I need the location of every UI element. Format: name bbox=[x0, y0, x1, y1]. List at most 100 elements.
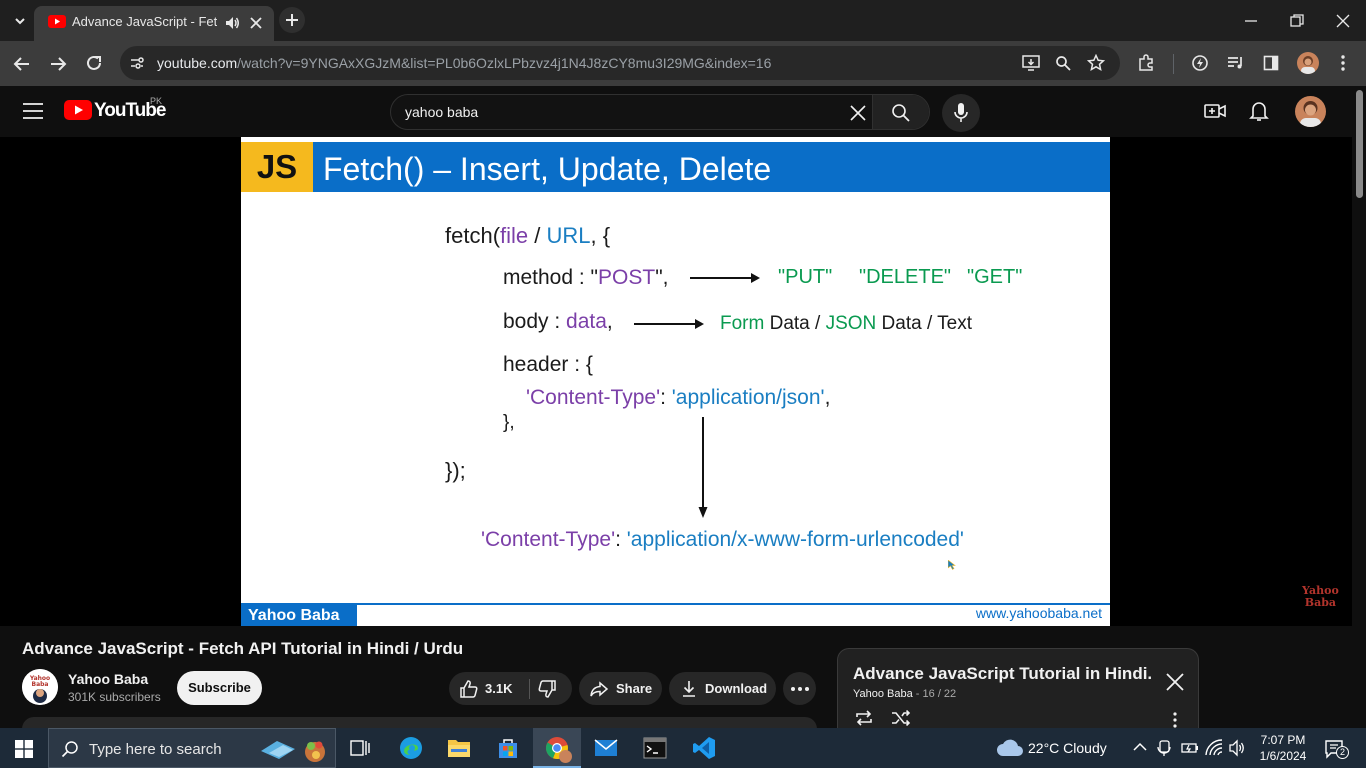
voice-search-button[interactable] bbox=[942, 94, 980, 132]
playlist-menu-icon[interactable] bbox=[1172, 712, 1178, 728]
code-line-fetch-open: fetch(file / URL, { bbox=[445, 223, 611, 248]
channel-avatar[interactable]: Yahoo Baba bbox=[22, 669, 58, 705]
back-icon[interactable] bbox=[13, 55, 31, 73]
windows-start-icon[interactable] bbox=[15, 740, 33, 758]
address-bar[interactable]: youtube.com/watch?v=9YNGAxXGJzM&list=PL0… bbox=[120, 46, 1120, 80]
body-formats: Form Data / JSON Data / Text bbox=[720, 313, 973, 334]
channel-name[interactable]: Yahoo Baba bbox=[68, 671, 148, 687]
playlist-owner[interactable]: Yahoo Baba bbox=[853, 688, 913, 700]
body-arrow-icon bbox=[634, 319, 704, 329]
taskbar-edge[interactable] bbox=[387, 728, 435, 768]
profile-avatar[interactable] bbox=[1297, 52, 1319, 74]
page-scrollbar[interactable] bbox=[1352, 86, 1366, 728]
active-tab[interactable]: Advance JavaScript - Fetch A bbox=[34, 6, 274, 41]
mail-icon bbox=[594, 739, 618, 756]
notification-count: 2 bbox=[1336, 746, 1349, 759]
taskbar-file-explorer[interactable] bbox=[435, 728, 483, 768]
bookmark-star-icon[interactable] bbox=[1087, 54, 1105, 72]
taskbar-search-box[interactable]: Type here to search bbox=[48, 728, 336, 768]
extensions-icon[interactable] bbox=[1137, 54, 1155, 72]
taskbar-store[interactable] bbox=[484, 728, 532, 768]
slide-footer-url: www.yahoobaba.net bbox=[975, 605, 1102, 621]
volume-icon[interactable] bbox=[1228, 739, 1246, 757]
windows-taskbar: Type here to search 22°C Cloudy 7:07 PM … bbox=[0, 728, 1366, 768]
reload-icon[interactable] bbox=[85, 54, 103, 72]
taskbar-terminal[interactable] bbox=[631, 728, 679, 768]
dislike-button[interactable] bbox=[533, 672, 571, 705]
taskbar-mail[interactable] bbox=[582, 728, 630, 768]
more-horizontal-icon bbox=[791, 687, 809, 691]
playlist-title[interactable]: Advance JavaScript Tutorial in Hindi... bbox=[853, 664, 1153, 684]
zoom-icon[interactable] bbox=[1055, 55, 1071, 71]
close-tab-icon[interactable] bbox=[249, 16, 263, 30]
media-controls-icon[interactable] bbox=[1227, 55, 1245, 71]
code-line-content-type: 'Content-Type': 'application/json', bbox=[526, 386, 831, 409]
close-playlist-icon[interactable] bbox=[1166, 673, 1184, 691]
minimize-window-icon[interactable] bbox=[1243, 13, 1259, 29]
share-button[interactable]: Share bbox=[579, 672, 662, 705]
site-settings-icon[interactable] bbox=[129, 55, 145, 71]
restore-window-icon[interactable] bbox=[1289, 13, 1305, 29]
chrome-menu-icon[interactable] bbox=[1335, 54, 1351, 72]
tab-search-chevron-icon[interactable] bbox=[12, 13, 28, 29]
taskbar-search-icon bbox=[61, 741, 78, 758]
video-title: Advance JavaScript - Fetch API Tutorial … bbox=[22, 639, 464, 658]
install-app-icon[interactable] bbox=[1022, 55, 1040, 71]
code-line-fetch-close: }); bbox=[445, 458, 466, 483]
search-highlight-illustration-icon bbox=[261, 741, 325, 762]
download-icon bbox=[683, 681, 695, 697]
code-line-header: header : { bbox=[503, 353, 593, 376]
slide-title: Fetch() – Insert, Update, Delete bbox=[323, 151, 772, 187]
weather-cloud-icon[interactable] bbox=[996, 738, 1024, 758]
youtube-logo[interactable]: YouTube PK bbox=[64, 96, 166, 121]
search-bar[interactable]: yahoo baba bbox=[390, 94, 930, 130]
youtube-play-icon bbox=[64, 100, 92, 120]
loop-playlist-icon[interactable] bbox=[854, 710, 874, 726]
method-arrow-icon bbox=[690, 273, 760, 283]
clock-time: 7:07 PM bbox=[1260, 733, 1306, 747]
task-view-icon[interactable] bbox=[350, 738, 370, 758]
side-panel-icon[interactable] bbox=[1263, 55, 1279, 71]
svg-text:Baba: Baba bbox=[32, 681, 49, 688]
search-input[interactable]: yahoo baba bbox=[405, 104, 478, 120]
plus-icon bbox=[286, 14, 298, 26]
forward-icon[interactable] bbox=[49, 55, 67, 73]
battery-icon[interactable] bbox=[1181, 740, 1199, 756]
account-avatar[interactable] bbox=[1295, 96, 1326, 127]
scrollbar-thumb[interactable] bbox=[1356, 90, 1363, 198]
meet-now-icon[interactable] bbox=[1157, 739, 1173, 757]
wifi-icon[interactable] bbox=[1205, 739, 1223, 757]
video-player[interactable]: JS Fetch() – Insert, Update, Delete fetc… bbox=[0, 137, 1352, 626]
audio-playing-icon[interactable] bbox=[224, 15, 240, 31]
terminal-icon bbox=[643, 737, 667, 759]
close-window-icon[interactable] bbox=[1335, 13, 1351, 29]
notifications-bell-icon[interactable] bbox=[1249, 100, 1269, 122]
search-button[interactable] bbox=[872, 95, 929, 129]
mouse-cursor-icon bbox=[948, 560, 956, 570]
clear-search-icon[interactable] bbox=[849, 104, 867, 122]
more-actions-button[interactable] bbox=[783, 672, 816, 705]
js-badge: JS bbox=[241, 142, 313, 192]
vscode-icon bbox=[693, 737, 715, 759]
download-label: Download bbox=[705, 681, 768, 696]
taskbar-vscode[interactable] bbox=[680, 728, 728, 768]
tray-overflow-chevron-icon[interactable] bbox=[1133, 742, 1147, 752]
create-video-icon[interactable] bbox=[1204, 101, 1226, 121]
like-dislike-group: 3.1K bbox=[449, 672, 572, 705]
download-button[interactable]: Download bbox=[669, 672, 776, 705]
subscribe-button[interactable]: Subscribe bbox=[177, 671, 262, 705]
folder-icon bbox=[448, 740, 470, 757]
channel-watermark[interactable]: Yahoo Baba bbox=[1302, 585, 1339, 609]
notification-center-icon[interactable]: 2 bbox=[1324, 738, 1349, 760]
weather-text[interactable]: 22°C Cloudy bbox=[1028, 740, 1107, 756]
like-button[interactable]: 3.1K bbox=[449, 672, 529, 705]
code-line-header-close: }, bbox=[503, 412, 515, 433]
shuffle-playlist-icon[interactable] bbox=[891, 710, 911, 726]
performance-icon[interactable] bbox=[1191, 54, 1209, 72]
url-text: youtube.com/watch?v=9YNGAxXGJzM&list=PL0… bbox=[157, 55, 771, 71]
new-tab-button[interactable] bbox=[279, 7, 305, 33]
hamburger-menu-icon[interactable] bbox=[22, 102, 44, 120]
taskbar-chrome[interactable] bbox=[533, 728, 581, 768]
playlist-position: - 16 / 22 bbox=[912, 688, 957, 700]
taskbar-clock[interactable]: 7:07 PM 1/6/2024 bbox=[1258, 732, 1308, 764]
